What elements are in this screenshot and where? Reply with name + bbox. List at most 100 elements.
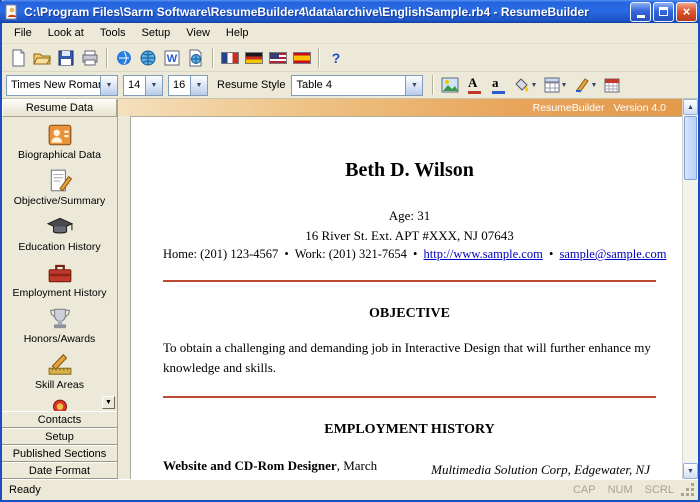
pencil-ruler-icon <box>47 352 73 378</box>
flag-spain-button[interactable] <box>290 46 314 69</box>
document-pencil-icon <box>47 168 73 194</box>
resume-style-value: Table 4 <box>292 76 405 95</box>
sidebar-item-biographical-data[interactable]: Biographical Data <box>2 122 117 168</box>
internet-explorer-icon <box>115 49 133 67</box>
highlight-pen-icon <box>574 77 590 93</box>
status-cap: CAP <box>573 484 596 496</box>
menu-file[interactable]: File <box>6 24 40 42</box>
title-bar[interactable]: C:\Program Files\Sarm Software\ResumeBui… <box>0 0 700 23</box>
table-grid-icon <box>544 77 560 93</box>
font-size-value: 14 <box>124 76 145 95</box>
main-toolbar: W ? <box>2 44 698 72</box>
table-borders-button[interactable]: ▼ <box>540 74 570 97</box>
flag-france-button[interactable] <box>218 46 242 69</box>
resume-name: Beth D. Wilson <box>163 159 656 182</box>
toolbar-separator <box>432 75 434 95</box>
insert-image-button[interactable] <box>438 74 462 97</box>
line-spacing-combo[interactable]: 16 ▼ <box>168 75 208 96</box>
chevron-down-icon[interactable]: ▼ <box>145 76 162 95</box>
resume-age: Age: 31 <box>163 208 656 224</box>
scrollbar-thumb[interactable] <box>684 116 697 180</box>
chevron-down-icon[interactable]: ▼ <box>405 76 422 95</box>
scroll-up-icon[interactable]: ▲ <box>683 99 698 115</box>
font-color-A-icon: A <box>468 77 481 94</box>
section-divider <box>163 280 656 282</box>
menu-look-at[interactable]: Look at <box>40 24 92 42</box>
resize-grip[interactable] <box>680 482 696 498</box>
font-family-value: Times New Roman <box>7 76 100 95</box>
save-button[interactable] <box>54 46 78 69</box>
resume-work-phone: Work: (201) 321-7654 <box>295 247 407 261</box>
sidebar-item-education-history[interactable]: Education History <box>2 214 117 260</box>
flag-france-icon <box>221 52 239 64</box>
graduation-cap-icon <box>47 214 73 240</box>
internet-explorer-button[interactable] <box>112 46 136 69</box>
banner-version: Version 4.0 <box>613 102 666 114</box>
objective-heading: OBJECTIVE <box>163 306 656 322</box>
sidebar-item-skill-areas[interactable]: Skill Areas <box>2 352 117 398</box>
new-document-icon <box>9 49 27 67</box>
main-area: Resume Data Biographical Data Objective/… <box>2 99 698 479</box>
chevron-down-icon: ▼ <box>591 82 598 89</box>
minimize-button[interactable] <box>630 2 651 22</box>
chevron-down-icon[interactable]: ▼ <box>100 76 117 95</box>
sidebar-button-contacts[interactable]: Contacts <box>2 411 117 428</box>
sidebar-header-resume-data[interactable]: Resume Data <box>2 99 117 117</box>
job-title-dates: Website and CD-Rom Designer, March 2001 … <box>163 456 400 479</box>
resume-email-link[interactable]: sample@sample.com <box>559 247 666 261</box>
sidebar-item-employment-history[interactable]: Employment History <box>2 260 117 306</box>
sidebar-button-date-format[interactable]: Date Format <box>2 462 117 479</box>
font-size-combo[interactable]: 14 ▼ <box>123 75 163 96</box>
help-button[interactable]: ? <box>324 46 348 69</box>
save-icon <box>57 49 75 67</box>
sidebar-scroll-down-button[interactable]: ▼ <box>102 396 115 409</box>
window-controls: × <box>628 2 697 22</box>
menu-view[interactable]: View <box>178 24 218 42</box>
status-bar: Ready CAP NUM SCRL <box>2 479 698 500</box>
sidebar-item-objective-summary[interactable]: Objective/Summary <box>2 168 117 214</box>
html-export-button[interactable] <box>184 46 208 69</box>
menu-tools[interactable]: Tools <box>92 24 134 42</box>
text-color-button[interactable]: a <box>486 74 510 97</box>
chevron-down-icon: ▼ <box>531 82 538 89</box>
scroll-down-icon[interactable]: ▼ <box>683 463 698 479</box>
svg-text:W: W <box>167 53 178 65</box>
open-file-button[interactable] <box>30 46 54 69</box>
banner-app-name: ResumeBuilder <box>533 102 605 114</box>
chevron-down-icon[interactable]: ▼ <box>190 76 207 95</box>
word-export-button[interactable]: W <box>160 46 184 69</box>
sidebar-item-honors-awards[interactable]: Honors/Awards <box>2 306 117 352</box>
font-family-combo[interactable]: Times New Roman ▼ <box>6 75 118 96</box>
resume-style-combo[interactable]: Table 4 ▼ <box>291 75 423 96</box>
sidebar-button-setup[interactable]: Setup <box>2 428 117 445</box>
open-folder-icon <box>33 49 51 67</box>
print-button[interactable] <box>78 46 102 69</box>
resumebuilder-window: C:\Program Files\Sarm Software\ResumeBui… <box>0 0 700 502</box>
trophy-icon <box>47 306 73 332</box>
close-button[interactable]: × <box>676 2 697 22</box>
maximize-button[interactable] <box>653 2 674 22</box>
ribbon-award-icon <box>47 398 73 411</box>
version-banner: ResumeBuilder Version 4.0 <box>118 99 682 116</box>
insert-date-button[interactable] <box>600 74 624 97</box>
new-document-button[interactable] <box>6 46 30 69</box>
flag-usa-button[interactable] <box>266 46 290 69</box>
content-area: ResumeBuilder Version 4.0 Beth D. Wilson… <box>118 99 698 479</box>
resume-contact-line: Home: (201) 123-4567 • Work: (201) 321-7… <box>163 247 656 262</box>
menu-setup[interactable]: Setup <box>134 24 179 42</box>
sidebar-button-published-sections[interactable]: Published Sections <box>2 445 117 462</box>
flag-usa-icon <box>269 52 287 64</box>
resume-website-link[interactable]: http://www.sample.com <box>424 247 543 261</box>
fill-color-button[interactable]: ▼ <box>510 74 540 97</box>
toolbar-separator <box>212 48 214 68</box>
vertical-scrollbar[interactable]: ▲ ▼ <box>682 99 698 479</box>
globe-button[interactable] <box>136 46 160 69</box>
sidebar-item-partial[interactable] <box>2 398 117 411</box>
flag-germany-button[interactable] <box>242 46 266 69</box>
font-color-button[interactable]: A <box>462 74 486 97</box>
status-scrl: SCRL <box>645 484 674 496</box>
menu-help[interactable]: Help <box>218 24 257 42</box>
resume-preview[interactable]: Beth D. Wilson Age: 31 16 River St. Ext.… <box>130 116 682 479</box>
scrollbar-track[interactable] <box>683 115 698 463</box>
highlight-button[interactable]: ▼ <box>570 74 600 97</box>
